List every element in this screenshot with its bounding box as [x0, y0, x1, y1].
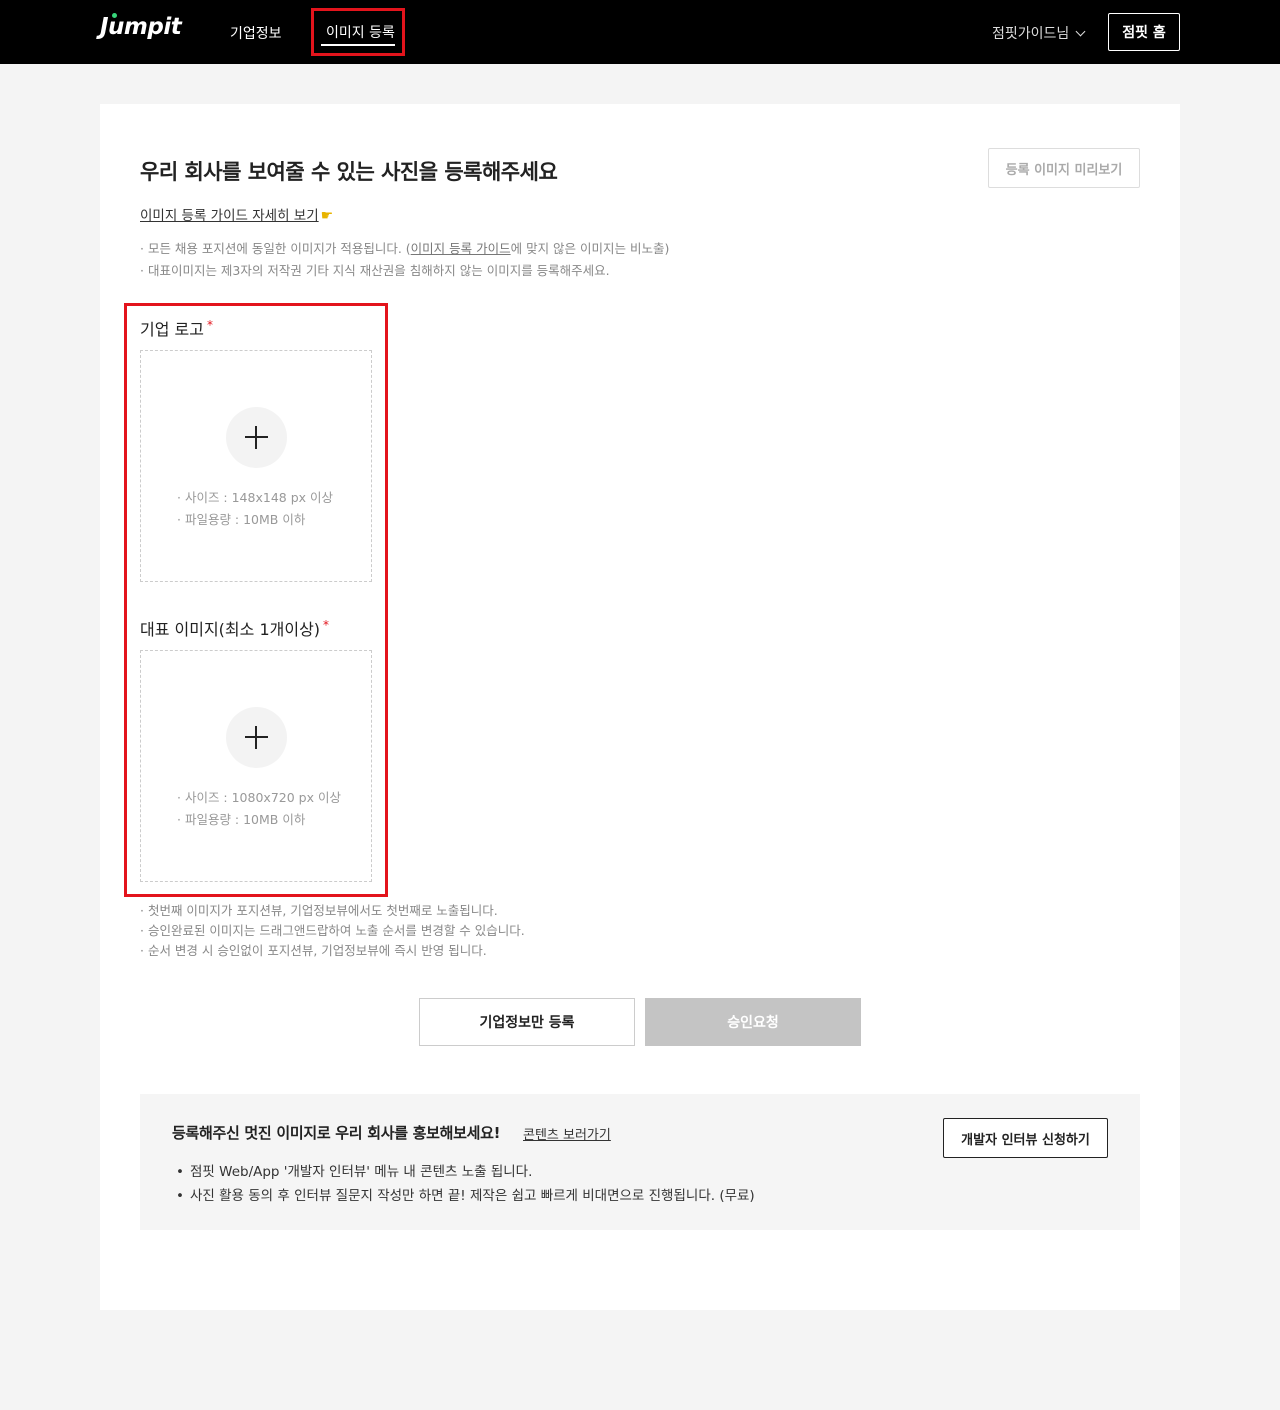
pointing-hand-icon: ☛: [320, 208, 334, 224]
main-image-label-text: 대표 이미지(최소 1개이상): [140, 620, 321, 639]
logo-upload-box[interactable]: · 사이즈 : 148x148 px 이상 · 파일용량 : 10MB 이하: [140, 350, 372, 582]
user-name: 점핏가이드님: [992, 26, 1070, 42]
logo-spec-file: · 파일용량 : 10MB 이하: [177, 512, 306, 527]
bullet-icon: •: [176, 1164, 184, 1180]
logo-text: Jumpit: [100, 14, 182, 40]
logo-label-text: 기업 로고: [140, 320, 204, 339]
nav-company-info[interactable]: 기업정보: [230, 23, 282, 43]
promo-title: 등록해주신 멋진 이미지로 우리 회사를 홍보해보세요!: [172, 1124, 501, 1142]
logo-spec-size: · 사이즈 : 148x148 px 이상: [177, 490, 333, 505]
bullet-icon: •: [176, 1188, 184, 1204]
notice-line-1: · 모든 채용 포지션에 동일한 이미지가 적용됩니다. (이미지 등록 가이드…: [140, 238, 669, 257]
notice-guide-link[interactable]: 이미지 등록 가이드: [411, 241, 511, 256]
add-logo-plus-icon[interactable]: [226, 407, 287, 468]
promo-item: • 사진 활용 동의 후 인터뷰 질문지 작성만 하면 끝! 제작은 쉽고 빠르게…: [176, 1184, 755, 1204]
notice-line-1-prefix: · 모든 채용 포지션에 동일한 이미지가 적용됩니다. (: [140, 241, 411, 256]
add-main-image-plus-icon[interactable]: [226, 707, 287, 768]
image-note-3: · 순서 변경 시 승인없이 포지션뷰, 기업정보뷰에 즉시 반영 됩니다.: [140, 943, 487, 958]
preview-images-button[interactable]: 등록 이미지 미리보기: [988, 148, 1140, 188]
view-content-link[interactable]: 콘텐츠 보러가기: [523, 1124, 611, 1143]
jumpit-logo[interactable]: Jumpit: [100, 13, 182, 40]
notice-line-1-suffix: 에 맞지 않은 이미지는 비노출): [510, 241, 670, 256]
promo-item: • 점핏 Web/App '개발자 인터뷰' 메뉴 내 콘텐츠 노출 됩니다.: [176, 1160, 532, 1180]
logo-section-label: 기업 로고 *: [140, 316, 213, 340]
page-title: 우리 회사를 보여줄 수 있는 사진을 등록해주세요: [140, 160, 558, 184]
promo-item-text: 사진 활용 동의 후 인터뷰 질문지 작성만 하면 끝! 제작은 쉽고 빠르게 …: [190, 1188, 755, 1204]
image-note-2: · 승인완료된 이미지는 드래그앤드랍하여 노출 순서를 변경할 수 있습니다.: [140, 923, 525, 938]
required-mark: *: [323, 618, 330, 632]
jumpit-home-button[interactable]: 점핏 홈: [1108, 13, 1180, 51]
request-approval-button[interactable]: 승인요청: [645, 998, 861, 1046]
main-image-section-label: 대표 이미지(최소 1개이상) *: [140, 616, 329, 640]
promo-item-text: 점핏 Web/App '개발자 인터뷰' 메뉴 내 콘텐츠 노출 됩니다.: [190, 1164, 533, 1180]
register-company-only-button[interactable]: 기업정보만 등록: [419, 998, 635, 1046]
top-navigation-bar: Jumpit 기업정보 이미지 등록 점핏가이드님 점핏 홈: [0, 0, 1280, 64]
image-guide-link[interactable]: 이미지 등록 가이드 자세히 보기 ☛: [140, 204, 333, 224]
apply-developer-interview-button[interactable]: 개발자 인터뷰 신청하기: [943, 1118, 1108, 1158]
image-register-card: 우리 회사를 보여줄 수 있는 사진을 등록해주세요 등록 이미지 미리보기 이…: [100, 104, 1180, 1310]
image-note-1: · 첫번째 이미지가 포지션뷰, 기업정보뷰에서도 첫번째로 노출됩니다.: [140, 903, 498, 918]
logo-dot-icon: [112, 13, 117, 18]
notice-line-2: · 대표이미지는 제3자의 저작권 기타 지식 재산권을 침해하지 않는 이미지…: [140, 263, 610, 278]
required-mark: *: [206, 318, 213, 332]
nav-image-register-highlight: 이미지 등록: [311, 8, 405, 56]
active-tab-underline: [321, 44, 395, 46]
chevron-down-icon: [1075, 26, 1086, 37]
image-guide-link-text: 이미지 등록 가이드 자세히 보기: [140, 208, 319, 224]
promo-box: 등록해주신 멋진 이미지로 우리 회사를 홍보해보세요! 콘텐츠 보러가기 • 점…: [140, 1094, 1140, 1230]
main-image-upload-box[interactable]: · 사이즈 : 1080x720 px 이상 · 파일용량 : 10MB 이하: [140, 650, 372, 882]
main-image-spec-file: · 파일용량 : 10MB 이하: [177, 812, 306, 827]
main-image-spec-size: · 사이즈 : 1080x720 px 이상: [177, 790, 341, 805]
user-menu[interactable]: 점핏가이드님: [992, 23, 1086, 43]
nav-image-register[interactable]: 이미지 등록: [326, 22, 395, 42]
